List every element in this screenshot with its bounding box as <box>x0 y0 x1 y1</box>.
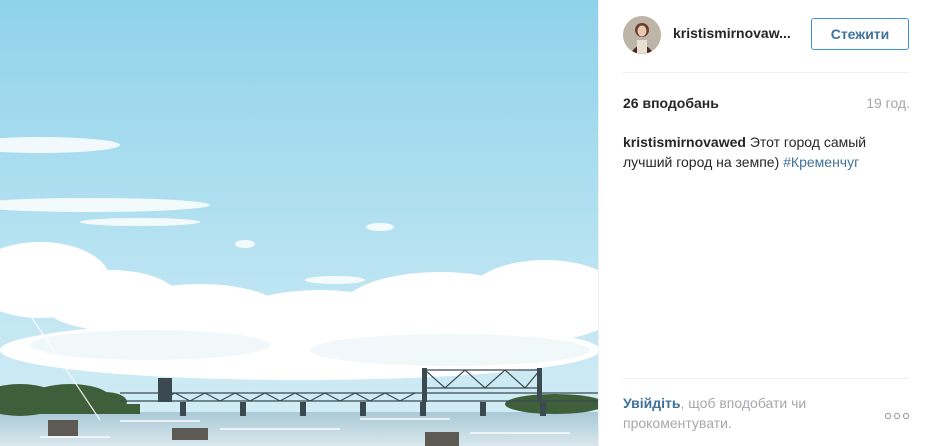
comment-prompt: Увійдіть, щоб вподобати чи прокоментуват… <box>623 393 843 433</box>
post-photo[interactable] <box>0 0 598 446</box>
post-sidebar: kristismirnovaw... Стежити 26 вподобань … <box>598 0 932 446</box>
avatar-image <box>623 16 661 54</box>
caption-username[interactable]: kristismirnovawed <box>623 134 746 150</box>
ellipsis-icon[interactable] <box>884 408 910 420</box>
footer-divider <box>623 378 909 379</box>
header-divider <box>623 72 909 73</box>
photo-image <box>0 0 598 446</box>
post-time[interactable]: 19 год. <box>866 95 910 111</box>
login-link[interactable]: Увійдіть <box>623 395 681 411</box>
hashtag-link[interactable]: #Кременчуг <box>783 154 859 170</box>
follow-button[interactable]: Стежити <box>811 18 909 50</box>
post-header: kristismirnovaw... Стежити <box>599 0 932 72</box>
likes-count[interactable]: 26 вподобань <box>623 95 719 111</box>
post-caption: kristismirnovawed Этот город самый лучши… <box>623 132 893 172</box>
avatar[interactable] <box>623 16 661 54</box>
username-link[interactable]: kristismirnovaw... <box>673 25 793 41</box>
